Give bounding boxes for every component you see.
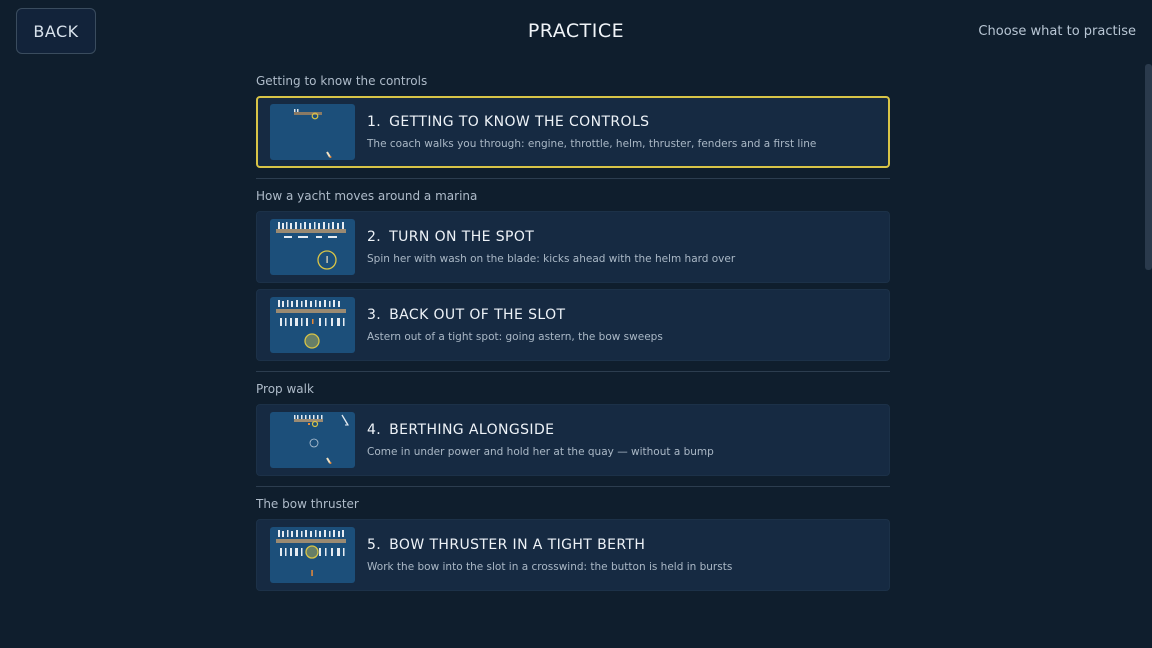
section-divider <box>256 486 890 487</box>
exercise-title: 1. GETTING TO KNOW THE CONTROLS <box>367 114 650 130</box>
section-title: Prop walk <box>256 382 314 396</box>
exercise-thumbnail <box>270 527 355 583</box>
scrollbar[interactable] <box>1145 64 1152 270</box>
exercise-description: Astern out of a tight spot: going astern… <box>367 331 663 343</box>
exercise-title: 3. BACK OUT OF THE SLOT <box>367 307 566 323</box>
exercise-card-back-out[interactable]: 3. BACK OUT OF THE SLOT Astern out of a t… <box>256 289 890 361</box>
section-title: Getting to know the controls <box>256 74 428 88</box>
exercise-card-controls[interactable]: 1. GETTING TO KNOW THE CONTROLS The coach… <box>256 96 890 168</box>
exercise-card-berthing[interactable]: 4. BERTHING ALONGSIDE Come in under power… <box>256 404 890 476</box>
section-prop-walk: Prop walk 4. BERTHING ALONGSIDE Come in … <box>256 381 890 487</box>
exercise-description: Work the bow into the slot in a crosswin… <box>367 561 733 573</box>
section-title: The bow thruster <box>256 497 359 511</box>
exercise-title: 4. BERTHING ALONGSIDE <box>367 422 555 438</box>
section-divider <box>256 178 890 179</box>
exercise-description: Spin her with wash on the blade: kicks a… <box>367 253 736 265</box>
section-title: How a yacht moves around a marina <box>256 189 478 203</box>
exercise-description: The coach walks you through: engine, thr… <box>367 138 817 150</box>
section-controls: Getting to know the controls 1. GETTING T… <box>256 73 890 179</box>
section-bow-thruster: The bow thruster 5. BOW THRUSTER IN A TI… <box>256 496 890 591</box>
section-divider <box>256 371 890 372</box>
exercise-card-turn-on-spot[interactable]: 2. TURN ON THE SPOT Spin her with wash on… <box>256 211 890 283</box>
page-subtitle: Choose what to practise <box>978 24 1136 39</box>
exercise-description: Come in under power and hold her at the … <box>367 446 714 458</box>
exercise-card-bow-thruster[interactable]: 5. BOW THRUSTER IN A TIGHT BERTH Work the… <box>256 519 890 591</box>
exercise-thumbnail <box>270 297 355 353</box>
exercise-list: Getting to know the controls 1. GETTING T… <box>256 64 890 648</box>
exercise-title: 2. TURN ON THE SPOT <box>367 229 535 245</box>
section-marina-moves: How a yacht moves around a marina 2. TUR… <box>256 188 890 372</box>
exercise-thumbnail <box>270 412 355 468</box>
exercise-title: 5. BOW THRUSTER IN A TIGHT BERTH <box>367 537 646 553</box>
exercise-thumbnail <box>270 219 355 275</box>
exercise-thumbnail <box>270 104 355 160</box>
